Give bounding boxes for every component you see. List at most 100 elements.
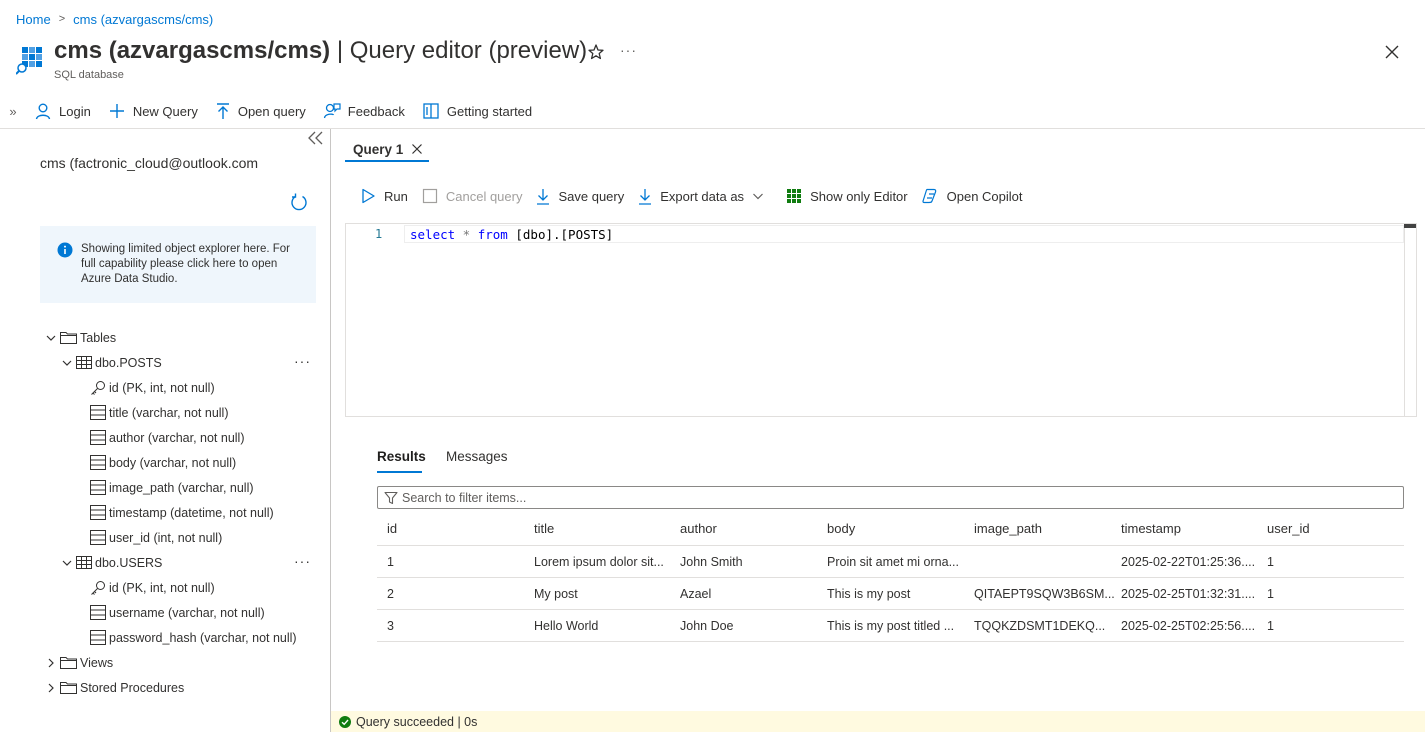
chevron-down-icon[interactable] (60, 557, 74, 569)
favorite-star-icon[interactable] (586, 42, 606, 62)
login-button[interactable]: Login (34, 102, 91, 120)
column-icon (90, 405, 106, 420)
filter-icon (378, 491, 402, 505)
table-cell[interactable]: 1 (1267, 546, 1397, 577)
export-data-button[interactable]: Export data as (638, 188, 772, 205)
query-editor[interactable]: 1 select * from [dbo].[POSTS] (345, 223, 1417, 417)
save-query-button[interactable]: Save query (536, 188, 624, 205)
posts-table-more-icon[interactable]: ··· (294, 353, 311, 369)
table-row[interactable]: 1 Lorem ipsum dolor sit... John Smith Pr… (377, 546, 1404, 578)
column-icon (90, 455, 106, 470)
tables-label: Tables (80, 330, 117, 345)
sql-database-icon (16, 45, 46, 75)
column-label: username (varchar, not null) (109, 605, 265, 620)
cancel-query-button[interactable]: Cancel query (422, 188, 523, 204)
close-tab-icon[interactable] (411, 143, 423, 155)
table-cell[interactable]: Hello World (534, 610, 674, 641)
table-cell[interactable]: 3 (387, 610, 527, 641)
column-header-title[interactable]: title (534, 512, 674, 545)
tree-node-views[interactable]: Views (44, 650, 113, 675)
table-cell[interactable]: John Smith (680, 546, 820, 577)
command-bar: » Login New Query Open query Feedback Ge… (0, 98, 549, 124)
column-label: id (PK, int, not null) (109, 380, 215, 395)
table-cell[interactable]: This is my post titled ... (827, 610, 967, 641)
new-query-button[interactable]: New Query (108, 102, 198, 120)
azure-data-studio-info-box[interactable]: Showing limited object explorer here. Fo… (40, 226, 316, 303)
tree-column-users-username[interactable]: username (varchar, not null) (90, 600, 265, 625)
chevron-down-icon[interactable] (44, 332, 58, 344)
chevron-right-icon[interactable] (44, 657, 58, 669)
table-cell[interactable]: Lorem ipsum dolor sit... (534, 546, 674, 577)
table-cell[interactable]: Proin sit amet mi orna... (827, 546, 967, 577)
tree-node-users-table[interactable]: dbo.USERS (60, 550, 162, 575)
table-cell[interactable]: QITAEPT9SQW3B6SM... (974, 578, 1114, 609)
code-line[interactable]: select * from [dbo].[POSTS] (410, 227, 613, 242)
tree-node-posts-table[interactable]: dbo.POSTS (60, 350, 162, 375)
editor-toolbar: Run Cancel query Save query Export data … (360, 184, 1037, 208)
collapse-pane-icon[interactable] (306, 130, 326, 146)
key-icon (90, 580, 106, 596)
column-header-timestamp[interactable]: timestamp (1121, 512, 1261, 545)
pane-splitter[interactable] (330, 129, 331, 732)
table-cell[interactable]: 1 (1267, 610, 1397, 641)
tree-column-posts-body[interactable]: body (varchar, not null) (90, 450, 236, 475)
tab-results[interactable]: Results (377, 449, 426, 464)
breadcrumb-current-link[interactable]: cms (azvargascms/cms) (73, 12, 213, 27)
table-cell[interactable]: 2025-02-25T01:32:31.... (1121, 578, 1261, 609)
table-cell[interactable]: John Doe (680, 610, 820, 641)
tree-node-stored-procedures[interactable]: Stored Procedures (44, 675, 184, 700)
users-table-more-icon[interactable]: ··· (294, 553, 311, 569)
table-row[interactable]: 3 Hello World John Doe This is my post t… (377, 610, 1404, 642)
tree-column-users-password-hash[interactable]: password_hash (varchar, not null) (90, 625, 297, 650)
refresh-icon[interactable] (289, 192, 309, 212)
more-options-icon[interactable]: ··· (620, 42, 640, 62)
table-cell[interactable]: 1 (1267, 578, 1397, 609)
filter-search-box[interactable] (377, 486, 1404, 509)
open-query-button[interactable]: Open query (215, 102, 306, 120)
chevron-right-icon[interactable] (44, 682, 58, 694)
column-header-author[interactable]: author (680, 512, 820, 545)
tab-messages[interactable]: Messages (446, 449, 508, 464)
column-icon (90, 605, 106, 620)
table-cell[interactable]: 2025-02-22T01:25:36.... (1121, 546, 1261, 577)
column-header-body[interactable]: body (827, 512, 967, 545)
getting-started-button[interactable]: Getting started (422, 102, 532, 120)
filter-input[interactable] (402, 490, 1302, 505)
table-cell[interactable]: TQQKZDSMT1DEKQ... (974, 610, 1114, 641)
person-icon (34, 102, 59, 120)
expand-menu-icon[interactable]: » (0, 104, 26, 119)
tree-column-posts-author[interactable]: author (varchar, not null) (90, 425, 245, 450)
results-grid: id title author body image_path timestam… (377, 512, 1404, 642)
tree-column-users-id[interactable]: id (PK, int, not null) (90, 575, 215, 600)
tree-column-posts-image-path[interactable]: image_path (varchar, null) (90, 475, 254, 500)
table-cell[interactable]: This is my post (827, 578, 967, 609)
tree-column-posts-title[interactable]: title (varchar, not null) (90, 400, 229, 425)
breadcrumb-home-link[interactable]: Home (16, 12, 51, 27)
column-header-user-id[interactable]: user_id (1267, 512, 1397, 545)
column-header-id[interactable]: id (387, 512, 527, 545)
stop-icon (422, 188, 446, 204)
feedback-button[interactable]: Feedback (323, 102, 405, 120)
chevron-down-icon[interactable] (60, 357, 74, 369)
tree-column-posts-timestamp[interactable]: timestamp (datetime, not null) (90, 500, 274, 525)
editor-scrollbar[interactable] (1404, 224, 1416, 416)
table-cell[interactable]: Azael (680, 578, 820, 609)
table-cell[interactable]: My post (534, 578, 674, 609)
table-cell[interactable]: 1 (387, 546, 527, 577)
table-cell[interactable]: 2 (387, 578, 527, 609)
tree-node-tables[interactable]: Tables (44, 325, 116, 350)
cancel-query-label: Cancel query (445, 188, 523, 204)
tree-column-posts-user-id[interactable]: user_id (int, not null) (90, 525, 222, 550)
success-check-icon (331, 715, 356, 728)
table-cell[interactable] (974, 546, 1114, 577)
table-row[interactable]: 2 My post Azael This is my post QITAEPT9… (377, 578, 1404, 610)
tab-query-1[interactable]: Query 1 (353, 139, 423, 159)
tree-column-posts-id[interactable]: id (PK, int, not null) (90, 375, 215, 400)
table-cell[interactable]: 2025-02-25T02:25:56.... (1121, 610, 1261, 641)
run-button[interactable]: Run (360, 188, 408, 204)
open-copilot-button[interactable]: Open Copilot (922, 188, 1023, 204)
column-header-image-path[interactable]: image_path (974, 512, 1114, 545)
close-icon[interactable] (1382, 42, 1402, 62)
editor-scrollbar-thumb[interactable] (1404, 224, 1416, 228)
show-only-editor-button[interactable]: Show only Editor (786, 188, 908, 204)
